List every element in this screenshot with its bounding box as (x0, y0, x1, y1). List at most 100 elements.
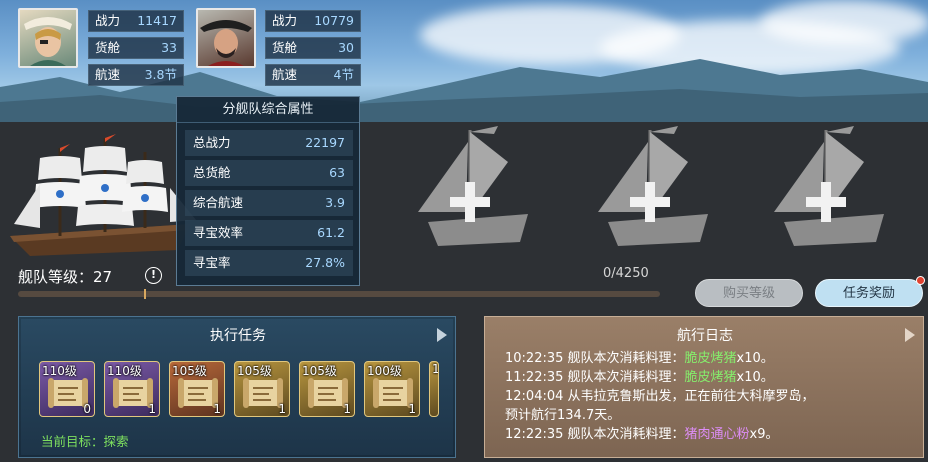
fleet-exp-text: 0/4250 (603, 266, 649, 281)
stat-row: 战力 11417 (88, 10, 184, 32)
task-count: 1 (343, 402, 351, 416)
attr-label: 寻宝效率 (193, 225, 244, 240)
stat-value: 3.8节 (144, 67, 177, 82)
task-level: 105级 (172, 364, 207, 378)
fleet-level-value: 27 (93, 268, 113, 286)
task-count: 0 (83, 402, 91, 416)
log-item-name: 脆皮烤猪 (684, 351, 737, 366)
log-time: 11:22:35 (505, 370, 564, 385)
fleet-attribute-panel: 分舰队综合属性 总战力 22197 总货舱 63 综合航速 3.9 寻宝效率 61.2 … (176, 96, 360, 286)
attr-label: 综合航速 (193, 195, 244, 210)
target-value: 探索 (103, 434, 129, 449)
attr-value: 3.9 (325, 195, 345, 210)
progress-marker (144, 289, 146, 299)
stat-row: 货舱 33 (88, 37, 184, 59)
attr-panel-title: 分舰队综合属性 (177, 97, 359, 123)
log-suffix: x9。 (749, 427, 779, 442)
log-expand-arrow-icon[interactable] (905, 328, 915, 342)
voyage-log-panel: 航行日志 10:22:35 舰队本次消耗料理：脆皮烤猪x10。 11:22:35 … (484, 316, 924, 458)
task-item[interactable]: 105级 1 (299, 361, 355, 417)
log-text: 从韦拉克鲁斯出发，正在前往大科摩罗岛， (563, 389, 815, 404)
task-item[interactable]: 105级 1 (169, 361, 225, 417)
stat-label: 货舱 (95, 40, 121, 55)
stat-value: 10779 (314, 13, 354, 28)
stat-row: 战力 10779 (265, 10, 361, 32)
task-expand-arrow-icon[interactable] (437, 328, 447, 342)
empty-ship-slot-3[interactable] (764, 122, 889, 252)
info-icon[interactable]: ! (145, 267, 162, 284)
task-count: 1 (278, 402, 286, 416)
log-text: 舰队本次消耗料理： (563, 370, 685, 385)
attr-value: 27.8% (305, 255, 345, 270)
task-item[interactable]: 110级 0 (39, 361, 95, 417)
task-item[interactable]: 110级 1 (104, 361, 160, 417)
stat-value: 33 (161, 40, 177, 55)
task-count: 1 (213, 402, 221, 416)
attr-row: 寻宝效率 61.2 (185, 220, 353, 246)
log-entry: 12:22:35 舰队本次消耗料理：猪肉通心粉x9。 (505, 425, 915, 444)
attr-row: 总战力 22197 (185, 130, 353, 156)
task-level: 110级 (42, 364, 77, 378)
log-panel-title: 航行日志 (677, 328, 733, 344)
attr-value: 22197 (305, 135, 345, 150)
task-panel: 执行任务 110级 0 110级 1 105级 1 105级 1 105级 1 100级 1 1 当前目… (18, 316, 456, 458)
stat-label: 货舱 (272, 40, 298, 55)
log-entry: 预计航行134.7天。 (505, 406, 915, 425)
log-suffix: x10。 (736, 370, 774, 385)
empty-ship-slot-2[interactable] (588, 122, 713, 252)
stat-row: 航速 4节 (265, 64, 361, 86)
log-text: 舰队本次消耗料理： (563, 427, 685, 442)
task-item[interactable]: 105级 1 (234, 361, 290, 417)
stat-label: 战力 (272, 13, 298, 28)
task-item[interactable]: 1 (429, 361, 439, 417)
task-level: 105级 (237, 364, 272, 378)
log-item-name: 猪肉通心粉 (684, 427, 750, 442)
task-count: 1 (408, 402, 416, 416)
empty-ship-slot-1[interactable] (408, 122, 533, 252)
stat-value: 4节 (333, 67, 354, 82)
task-count: 1 (148, 402, 156, 416)
fleet-exp-bar (18, 289, 660, 299)
log-entry: 10:22:35 舰队本次消耗料理：脆皮烤猪x10。 (505, 349, 915, 368)
stat-label: 航速 (272, 67, 298, 82)
stat-value: 30 (338, 40, 354, 55)
attr-label: 总货舱 (193, 165, 231, 180)
captain-right-avatar[interactable] (196, 8, 256, 68)
captain-left-avatar[interactable] (18, 8, 78, 68)
log-item-name: 脆皮烤猪 (684, 370, 737, 385)
current-target: 当前目标：探索 (41, 431, 129, 450)
log-time: 10:22:35 (505, 351, 564, 366)
stat-row: 货舱 30 (265, 37, 361, 59)
fleet-level-label: 舰队等级： (18, 268, 94, 286)
log-time: 12:04:04 (505, 389, 564, 404)
buy-level-button[interactable]: 购买等级 (695, 279, 803, 307)
attr-value: 63 (329, 165, 345, 180)
log-entry: 12:04:04 从韦拉克鲁斯出发，正在前往大科摩罗岛， (505, 387, 915, 406)
attr-row: 综合航速 3.9 (185, 190, 353, 216)
notification-dot (916, 276, 925, 285)
attr-label: 总战力 (193, 135, 231, 150)
cloud (760, 0, 928, 45)
log-entries: 10:22:35 舰队本次消耗料理：脆皮烤猪x10。 11:22:35 舰队本次消… (505, 349, 915, 444)
task-level: 100级 (367, 364, 402, 378)
fleet-level: 舰队等级：27 (18, 266, 112, 287)
stat-label: 航速 (95, 67, 121, 82)
task-level: 1 (432, 362, 439, 376)
log-suffix: x10。 (736, 351, 774, 366)
task-panel-title: 执行任务 (210, 328, 266, 344)
task-reward-button[interactable]: 任务奖励 (815, 279, 923, 307)
task-item[interactable]: 100级 1 (364, 361, 420, 417)
attr-row: 总货舱 63 (185, 160, 353, 186)
stat-value: 11417 (137, 13, 177, 28)
log-time: 12:22:35 (505, 427, 564, 442)
task-level: 110级 (107, 364, 142, 378)
task-level: 105级 (302, 364, 337, 378)
attr-row: 寻宝率 27.8% (185, 250, 353, 276)
target-label: 当前目标： (41, 434, 104, 449)
stat-row: 航速 3.8节 (88, 64, 184, 86)
captain-left-portrait-icon (24, 17, 72, 66)
flagship-ship-icon[interactable] (0, 128, 200, 268)
attr-label: 寻宝率 (193, 255, 231, 270)
log-text: 舰队本次消耗料理： (563, 351, 685, 366)
stat-label: 战力 (95, 13, 121, 28)
